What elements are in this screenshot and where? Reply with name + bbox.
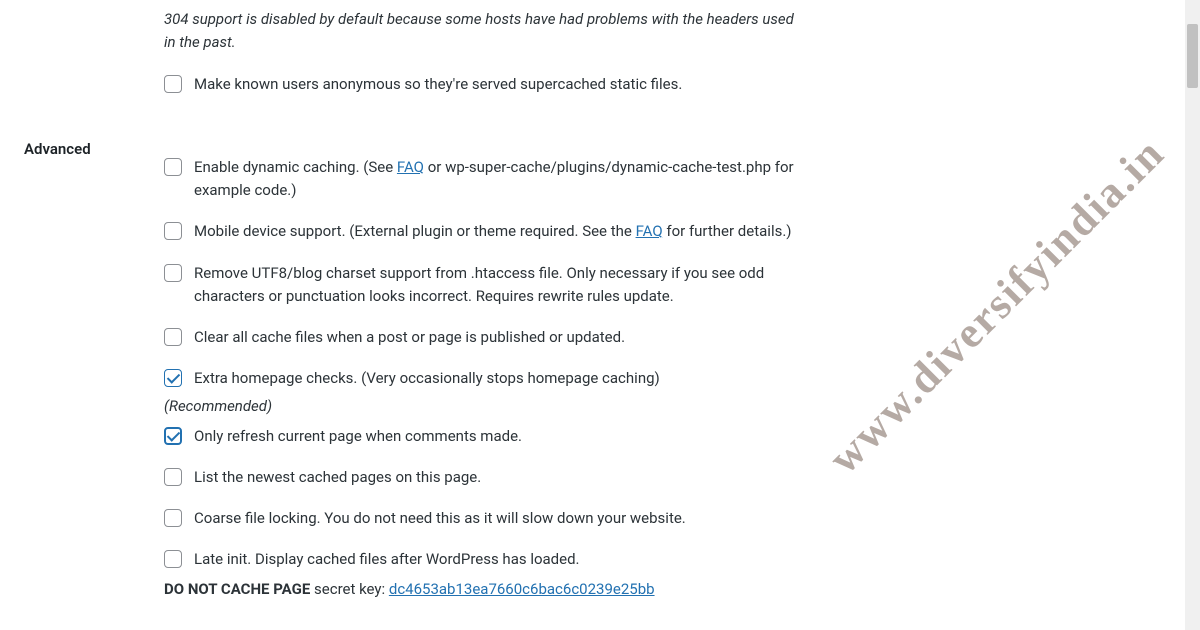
label-clear: Clear all cache files when a post or pag… <box>194 326 800 349</box>
option-mobile: Mobile device support. (External plugin … <box>164 220 800 243</box>
checkbox-mobile[interactable] <box>164 222 182 240</box>
label-anonymous: Make known users anonymous so they're se… <box>194 73 800 96</box>
label-dynamic: Enable dynamic caching. (See FAQ or wp-s… <box>194 156 800 203</box>
option-utf8: Remove UTF8/blog charset support from .h… <box>164 262 800 309</box>
section-label: Advanced <box>24 140 91 158</box>
scrollbar-track[interactable] <box>1185 0 1200 630</box>
checkbox-refresh[interactable] <box>164 427 182 445</box>
label-utf8: Remove UTF8/blog charset support from .h… <box>194 262 800 309</box>
option-dynamic: Enable dynamic caching. (See FAQ or wp-s… <box>164 156 800 203</box>
label-coarse: Coarse file locking. You do not need thi… <box>194 507 800 530</box>
label-mobile: Mobile device support. (External plugin … <box>194 220 800 243</box>
checkbox-newest[interactable] <box>164 468 182 486</box>
option-newest: List the newest cached pages on this pag… <box>164 466 800 489</box>
label-lateinit: Late init. Display cached files after Wo… <box>194 548 800 571</box>
checkbox-anonymous[interactable] <box>164 75 182 93</box>
checkbox-utf8[interactable] <box>164 264 182 282</box>
option-anonymous: Make known users anonymous so they're se… <box>164 73 800 96</box>
option-coarse: Coarse file locking. You do not need thi… <box>164 507 800 530</box>
label-homepage: Extra homepage checks. (Very occasionall… <box>194 367 800 390</box>
faq-link-dynamic[interactable]: FAQ <box>397 158 424 176</box>
label-newest: List the newest cached pages on this pag… <box>194 466 800 489</box>
label-refresh: Only refresh current page when comments … <box>194 425 800 448</box>
secret-key-row: DO NOT CACHE PAGE secret key: dc4653ab13… <box>164 578 800 601</box>
checkbox-homepage[interactable] <box>164 369 182 387</box>
checkbox-coarse[interactable] <box>164 509 182 527</box>
checkbox-lateinit[interactable] <box>164 550 182 568</box>
secret-key-link[interactable]: dc4653ab13ea7660c6bac6c0239e25bb <box>389 580 655 598</box>
option-clear: Clear all cache files when a post or pag… <box>164 326 800 349</box>
checkbox-dynamic[interactable] <box>164 158 182 176</box>
note-304: 304 support is disabled by default becau… <box>164 8 800 55</box>
option-lateinit: Late init. Display cached files after Wo… <box>164 548 800 571</box>
faq-link-mobile[interactable]: FAQ <box>636 222 663 240</box>
scrollbar-thumb[interactable] <box>1187 24 1198 88</box>
checkbox-clear[interactable] <box>164 328 182 346</box>
option-refresh: Only refresh current page when comments … <box>164 425 800 448</box>
recommended-note: (Recommended) <box>164 397 800 415</box>
option-homepage: Extra homepage checks. (Very occasionall… <box>164 367 800 390</box>
